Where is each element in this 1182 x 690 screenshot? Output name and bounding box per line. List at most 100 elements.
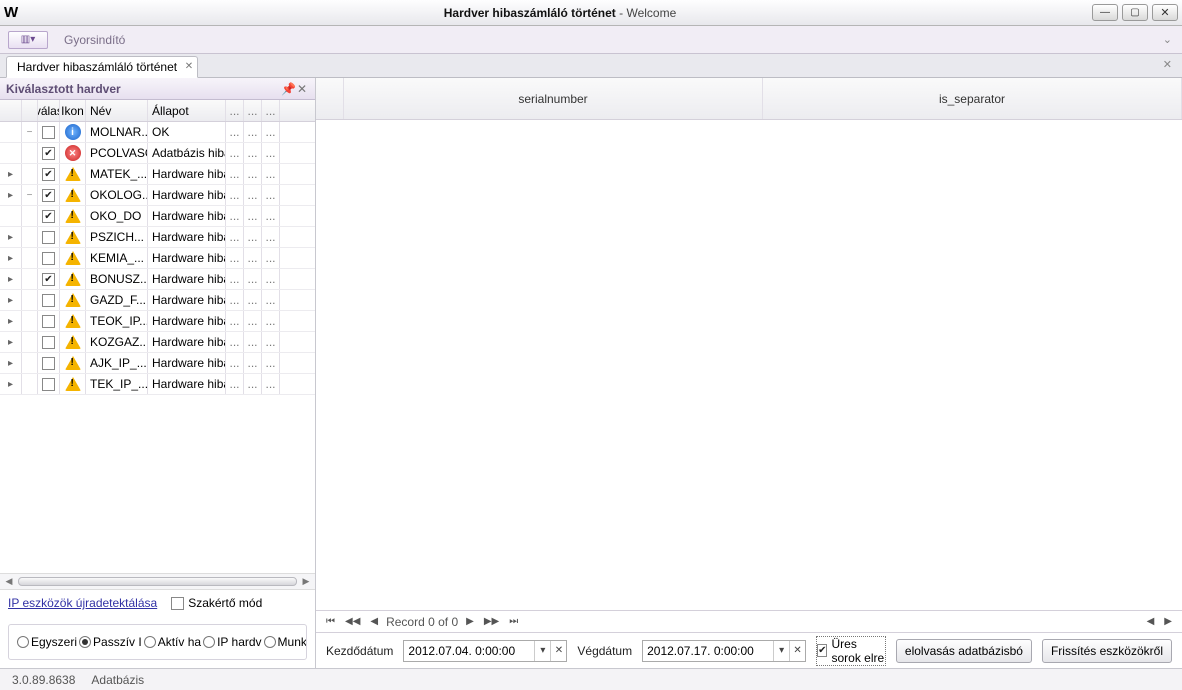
table-row[interactable]: ✔OKO_DOHardware hiba......... bbox=[0, 206, 315, 227]
col-name[interactable]: Név bbox=[86, 100, 148, 121]
row-checkbox[interactable] bbox=[42, 336, 55, 349]
scroll-thumb[interactable] bbox=[18, 577, 297, 586]
row-checkbox[interactable] bbox=[42, 357, 55, 370]
table-row[interactable]: ▸AJK_IP_...Hardware hiba......... bbox=[0, 353, 315, 374]
hide-empty-checkbox[interactable]: ✔ bbox=[817, 644, 827, 657]
row-checkbox[interactable]: ✔ bbox=[42, 168, 55, 181]
table-row[interactable]: −MOLNAR...OK......... bbox=[0, 122, 315, 143]
row-checkbox[interactable]: ✔ bbox=[42, 147, 55, 160]
table-row[interactable]: ✔PCOLVASOAdatbázis hiba......... bbox=[0, 143, 315, 164]
end-date-field[interactable] bbox=[643, 641, 773, 661]
expert-mode-checkbox[interactable] bbox=[171, 597, 184, 610]
ribbon-collapse-icon[interactable]: ⌄ bbox=[1163, 33, 1172, 46]
refresh-devices-button[interactable]: Frissítés eszközökről bbox=[1042, 639, 1172, 663]
close-button[interactable]: ✕ bbox=[1152, 4, 1178, 21]
row-expander[interactable] bbox=[22, 206, 38, 226]
mode-radio[interactable]: Aktív ha bbox=[144, 635, 201, 649]
pager-last-icon[interactable]: ⏭ bbox=[507, 616, 520, 627]
ribbon-view-toggle[interactable]: ▥▾ bbox=[8, 31, 48, 49]
row-checkbox[interactable] bbox=[42, 315, 55, 328]
row-checkbox[interactable] bbox=[42, 231, 55, 244]
mode-radio[interactable]: Egyszeri bbox=[17, 635, 77, 649]
mode-radio[interactable]: IP hardv bbox=[203, 635, 261, 649]
row-checkbox[interactable] bbox=[42, 294, 55, 307]
row-expander[interactable] bbox=[22, 164, 38, 184]
table-row[interactable]: ▸KEMIA_...Hardware hiba......... bbox=[0, 248, 315, 269]
maximize-button[interactable]: ▢ bbox=[1122, 4, 1148, 21]
pager-next-icon[interactable]: ▶ bbox=[464, 616, 476, 627]
radio-dot-icon[interactable] bbox=[264, 636, 276, 648]
row-checkbox[interactable]: ✔ bbox=[42, 189, 55, 202]
end-date-clear-icon[interactable]: ✕ bbox=[789, 641, 805, 661]
redetect-link[interactable]: IP eszközök újradetektálása bbox=[8, 596, 157, 610]
row-expander[interactable] bbox=[22, 248, 38, 268]
col-icon[interactable]: Ikon bbox=[60, 100, 86, 121]
pager-prev-icon[interactable]: ◀ bbox=[368, 616, 380, 627]
pager-scroll-right-icon[interactable]: ▶ bbox=[1162, 616, 1174, 627]
row-select[interactable]: ✔ bbox=[38, 206, 60, 226]
quick-launch-label[interactable]: Gyorsindító bbox=[64, 33, 125, 47]
radio-dot-icon[interactable] bbox=[144, 636, 156, 648]
radio-dot-icon[interactable] bbox=[17, 636, 29, 648]
row-expander[interactable] bbox=[22, 311, 38, 331]
row-expander[interactable] bbox=[22, 353, 38, 373]
col-status[interactable]: Állapot bbox=[148, 100, 226, 121]
right-col-indicator[interactable] bbox=[316, 78, 344, 119]
row-select[interactable] bbox=[38, 353, 60, 373]
row-select[interactable] bbox=[38, 122, 60, 142]
start-date-input[interactable]: ▾ ✕ bbox=[403, 640, 567, 662]
row-expander[interactable]: − bbox=[22, 122, 38, 142]
table-row[interactable]: ▸−✔OKOLOG...Hardware hiba......... bbox=[0, 185, 315, 206]
row-expander[interactable] bbox=[22, 227, 38, 247]
row-select[interactable] bbox=[38, 311, 60, 331]
minimize-button[interactable]: — bbox=[1092, 4, 1118, 21]
table-row[interactable]: ▸✔MATEK_...Hardware hiba......... bbox=[0, 164, 315, 185]
reload-db-button[interactable]: elolvasás adatbázisbó bbox=[896, 639, 1032, 663]
col-extra1[interactable]: ... bbox=[226, 100, 244, 121]
scroll-right-icon[interactable]: ▶ bbox=[299, 576, 313, 587]
row-expander[interactable] bbox=[22, 290, 38, 310]
pager-nextpage-icon[interactable]: ▶▶ bbox=[482, 616, 501, 627]
row-expander[interactable] bbox=[22, 374, 38, 394]
start-date-clear-icon[interactable]: ✕ bbox=[550, 641, 566, 661]
start-date-field[interactable] bbox=[404, 641, 534, 661]
row-select[interactable]: ✔ bbox=[38, 164, 60, 184]
pager-prevpage-icon[interactable]: ◀◀ bbox=[343, 616, 362, 627]
tab-hardware-history[interactable]: Hardver hibaszámláló történet ✕ bbox=[6, 56, 198, 78]
right-col-serial[interactable]: serialnumber bbox=[344, 78, 763, 119]
row-select[interactable] bbox=[38, 290, 60, 310]
row-select[interactable] bbox=[38, 227, 60, 247]
pin-icon[interactable]: 📌 bbox=[281, 82, 295, 96]
col-expander[interactable] bbox=[22, 100, 38, 121]
row-expander[interactable] bbox=[22, 269, 38, 289]
row-select[interactable]: ✔ bbox=[38, 143, 60, 163]
row-checkbox[interactable] bbox=[42, 252, 55, 265]
row-checkbox[interactable]: ✔ bbox=[42, 210, 55, 223]
row-expander[interactable]: − bbox=[22, 185, 38, 205]
start-date-dropdown-icon[interactable]: ▾ bbox=[534, 641, 550, 661]
end-date-input[interactable]: ▾ ✕ bbox=[642, 640, 806, 662]
table-row[interactable]: ▸KOZGAZ...Hardware hiba......... bbox=[0, 332, 315, 353]
mode-radio[interactable]: Munkaál bbox=[264, 635, 307, 649]
right-col-separator[interactable]: is_separator bbox=[763, 78, 1182, 119]
pager-first-icon[interactable]: ⏮ bbox=[324, 616, 337, 627]
right-grid-body[interactable] bbox=[316, 120, 1182, 610]
row-expander[interactable] bbox=[22, 143, 38, 163]
radio-dot-icon[interactable] bbox=[79, 636, 91, 648]
row-expander[interactable] bbox=[22, 332, 38, 352]
table-row[interactable]: ▸TEOK_IP...Hardware hiba......... bbox=[0, 311, 315, 332]
tab-close-icon[interactable]: ✕ bbox=[185, 61, 193, 72]
row-checkbox[interactable] bbox=[42, 126, 55, 139]
tabs-overflow-icon[interactable]: ✕ bbox=[1163, 58, 1172, 71]
scroll-left-icon[interactable]: ◀ bbox=[2, 576, 16, 587]
pager-scroll-left-icon[interactable]: ◀ bbox=[1145, 616, 1157, 627]
table-row[interactable]: ▸TEK_IP_...Hardware hiba......... bbox=[0, 374, 315, 395]
table-row[interactable]: ▸✔BONUSZ...Hardware hiba......... bbox=[0, 269, 315, 290]
col-extra2[interactable]: ... bbox=[244, 100, 262, 121]
table-row[interactable]: ▸GAZD_F...Hardware hiba......... bbox=[0, 290, 315, 311]
horizontal-scrollbar[interactable]: ◀ ▶ bbox=[0, 573, 315, 589]
row-select[interactable]: ✔ bbox=[38, 185, 60, 205]
mode-radio[interactable]: Passzív I bbox=[79, 635, 142, 649]
end-date-dropdown-icon[interactable]: ▾ bbox=[773, 641, 789, 661]
col-indicator[interactable] bbox=[0, 100, 22, 121]
